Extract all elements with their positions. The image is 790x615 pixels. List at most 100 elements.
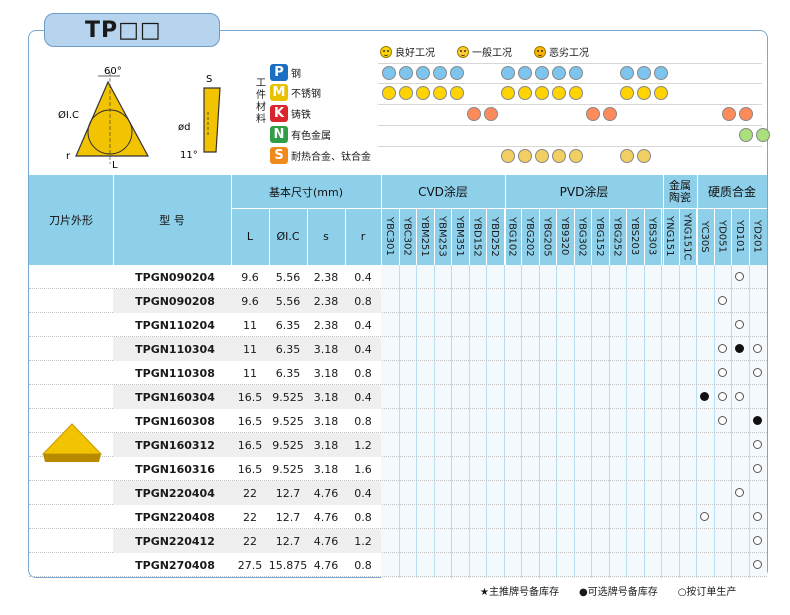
material-condition-strip [378, 104, 762, 122]
r-cell: 0.8 [354, 558, 372, 572]
s-cell: 2.38 [313, 294, 339, 308]
r-label: r [66, 151, 71, 162]
stock-dot-icon [752, 416, 762, 425]
condition-face-icon [501, 66, 515, 80]
page-title: TP□□ [85, 17, 162, 43]
condition-face-icon [637, 86, 651, 100]
condition-face-icon [654, 66, 668, 80]
table-row: TPGN160316 16.5 9.525 3.18 1.6 [29, 457, 767, 481]
r-cell: 0.8 [354, 414, 372, 428]
shape-header: 刀片外形 [49, 214, 93, 227]
s-cell: 3.18 [313, 366, 339, 380]
grade-header: YD101 [734, 220, 745, 253]
order-circle-icon [752, 560, 762, 569]
carbide-header: 硬质合金 [707, 185, 756, 199]
condition-face-icon [637, 149, 651, 163]
ic-header: ØI.C [276, 230, 300, 243]
l-cell: 16.5 [237, 390, 263, 404]
table-row: TPGN110308 11 6.35 3.18 0.8 [29, 361, 767, 385]
r-cell: 0.8 [354, 366, 372, 380]
s-label: S [206, 74, 212, 85]
r-cell: 1.6 [354, 462, 372, 476]
material-letter: M [270, 83, 288, 101]
r-cell: 0.8 [354, 510, 372, 524]
grade-header: YBS203 [629, 217, 640, 256]
condition-face-icon [382, 66, 396, 80]
condition-face-icon [535, 86, 549, 100]
condition-face-icon [756, 128, 770, 142]
condition-face-icon [433, 66, 447, 80]
order-circle-icon [735, 392, 744, 401]
table-row: TPGN110204 11 6.35 2.38 0.4 [29, 313, 767, 337]
bad-face-icon [534, 45, 546, 58]
condition-face-icon [586, 107, 600, 121]
grade-header: YBG202 [524, 216, 535, 257]
grade-header: YNG151C [681, 212, 693, 261]
table-row: TPGN160308 16.5 9.525 3.18 0.8 [29, 409, 767, 433]
model-cell: TPGN090204 [135, 270, 215, 284]
table-row: TPGN160312 16.5 9.525 3.18 1.2 [29, 433, 767, 457]
l-cell: 16.5 [237, 414, 263, 428]
order-circle-icon [717, 416, 727, 425]
model-cell: TPGN110304 [135, 342, 215, 356]
condition-face-icon [569, 86, 583, 100]
condition-face-icon [535, 66, 549, 80]
grade-header: YBG152 [594, 216, 605, 257]
ic-cell: 9.525 [272, 390, 304, 404]
circle-legend: ○按订单生产 [677, 587, 737, 598]
general-face-icon [457, 45, 469, 58]
s-cell: 2.38 [313, 270, 339, 284]
grade-header: YBG252 [611, 216, 623, 257]
material-row-k: K 铸铁 [270, 104, 378, 122]
insert-shape-icon [41, 423, 103, 462]
material-condition-strip [378, 125, 770, 143]
material-row-m: M 不锈钢 [270, 83, 378, 101]
order-circle-icon [752, 368, 762, 377]
condition-face-icon [620, 86, 634, 100]
l-label: L [112, 160, 118, 171]
ic-cell: 5.56 [275, 294, 301, 308]
model-cell: TPGN110204 [135, 318, 215, 332]
condition-face-icon [501, 149, 515, 163]
pvd-header: PVD涂层 [559, 185, 609, 199]
condition-face-icon [450, 66, 464, 80]
star-legend: ★主推牌号备库存 [480, 587, 559, 598]
material-row-s: S 耐热合金、钛合金 [270, 146, 378, 164]
condition-face-icon [518, 86, 532, 100]
condition-face-icon [552, 86, 566, 100]
dims-header: 基本尺寸(mm) [268, 185, 343, 199]
table-row: TPGN090204 9.6 5.56 2.38 0.4 [29, 265, 767, 289]
grade-header: YBD152 [471, 216, 483, 257]
table-row: TPGN220408 22 12.7 4.76 0.8 [29, 505, 767, 529]
ic-cell: 9.525 [272, 462, 304, 476]
r-cell: 0.4 [354, 390, 372, 404]
order-circle-icon [700, 512, 709, 521]
l-cell: 9.6 [241, 294, 259, 308]
grade-header: YBM251 [419, 216, 430, 257]
ic-cell: 12.7 [275, 486, 301, 500]
material-name: 不锈钢 [291, 88, 321, 100]
s-cell: 3.18 [313, 390, 339, 404]
s-cell: 3.18 [313, 462, 339, 476]
table-row: TPGN220404 22 12.7 4.76 0.4 [29, 481, 767, 505]
condition-legend: 良好工况 一般工况 恶劣工况 [380, 44, 611, 59]
model-cell: TPGN160304 [135, 390, 215, 404]
r-cell: 0.4 [354, 486, 372, 500]
condition-face-icon [739, 107, 753, 121]
s-cell: 3.18 [313, 414, 339, 428]
condition-face-icon [620, 149, 634, 163]
r-cell: 1.2 [354, 438, 372, 452]
material-label: 工件材料 [256, 78, 266, 125]
l-cell: 22 [243, 534, 257, 548]
grade-header: YBM253 [436, 216, 448, 257]
material-letter: N [270, 125, 288, 143]
l-cell: 22 [243, 486, 257, 500]
s-cell: 3.18 [313, 438, 339, 452]
ic-cell: 9.525 [272, 438, 304, 452]
model-cell: TPGN160316 [135, 462, 215, 476]
table-row: TPGN090208 9.6 5.56 2.38 0.8 [29, 289, 767, 313]
condition-face-icon [722, 107, 736, 121]
ic-cell: 9.525 [272, 414, 304, 428]
material-letter: P [270, 63, 288, 81]
grade-header: YD201 [751, 220, 763, 253]
